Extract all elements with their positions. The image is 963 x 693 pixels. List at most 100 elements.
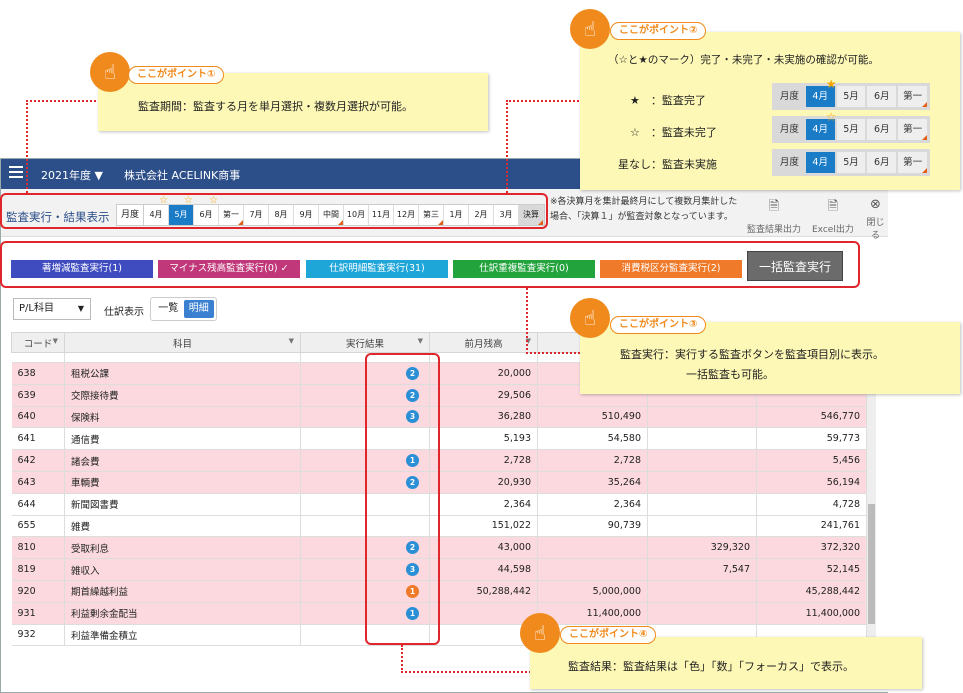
cell-name: 車輌費 — [64, 471, 301, 494]
cell-prev: 36,280 — [429, 406, 538, 429]
callout-point-3-text1: 監査実行：実行する監査ボタンを監査項目別に表示。 — [620, 348, 884, 361]
cell-code: 642 — [11, 449, 65, 472]
cell-c2: 5,000,000 — [537, 580, 648, 603]
callout-point-4-text: 監査結果：監査結果は「色」「数」「フォーカス」で表示。 — [568, 660, 854, 673]
callout-point-2-label: ここがポイント② — [610, 22, 707, 40]
cell-c2: 510,490 — [537, 406, 648, 429]
outline-star-icon: ☆ — [825, 110, 837, 124]
cell-name: 雑費 — [64, 515, 301, 538]
cell-name: 期首繰越利益 — [64, 580, 301, 603]
table-scrollbar[interactable] — [867, 349, 876, 679]
callout-point-1-label: ここがポイント① — [128, 66, 225, 84]
cell-code: 640 — [11, 406, 65, 429]
connector-p1 — [26, 100, 100, 193]
journal-view-label: 仕訳表示 — [104, 307, 144, 318]
column-header-3[interactable]: 前月残高 ▼ — [429, 332, 538, 353]
cell-c4: 241,761 — [756, 515, 867, 538]
legend-complete: ★ ：監査完了 — [630, 94, 706, 107]
cell-c3 — [647, 449, 757, 472]
cell-prev: 20,930 — [429, 471, 538, 494]
highlight-audit-box — [0, 241, 860, 288]
note-text: ※各決算月を集計最終月にして複数月集計した場合、「決算１」が監査対象となっていま… — [550, 197, 738, 222]
cell-code: 644 — [11, 493, 65, 516]
export-excel-button[interactable]: 🗎 Excel出力 — [812, 197, 854, 235]
audit-app-window: 2021年度 ▼ 株式会社 ACELINK商事 監査実行・結果表示 月度 4月 ☆… — [0, 158, 888, 693]
cell-c2 — [537, 536, 648, 560]
close-icon: ⊗ — [870, 197, 881, 212]
cell-c3 — [647, 427, 757, 451]
cell-prev: 5,193 — [429, 427, 538, 451]
cell-c2: 35,264 — [537, 471, 648, 494]
connector-p4 — [401, 645, 531, 673]
cell-prev: 50,288,442 — [429, 580, 538, 603]
filter-icon[interactable]: ▼ — [418, 337, 423, 345]
legend-incomplete: ☆ ：監査未完了 — [630, 126, 717, 139]
document-x-icon: 🗎 — [768, 199, 780, 214]
dropdown-arrow-icon: ▼ — [77, 304, 84, 313]
scrollbar-thumb[interactable] — [868, 504, 875, 624]
cell-c4: 52,145 — [756, 558, 867, 581]
cell-code: 641 — [11, 427, 65, 451]
cell-code — [11, 352, 65, 363]
export-audit-result-button[interactable]: 🗎 監査結果出力 — [747, 197, 801, 235]
view-detail-option[interactable]: 明細 — [183, 300, 214, 318]
cell-c2: 54,580 — [537, 427, 648, 451]
callout-point-4-label: ここがポイント④ — [560, 626, 657, 644]
view-list-option[interactable]: 一覧 — [153, 300, 184, 318]
cell-code: 932 — [11, 624, 65, 647]
cell-c2: 2,728 — [537, 449, 648, 472]
filter-icon[interactable]: ▼ — [289, 337, 294, 345]
callout-point-1-text: 監査期間：監査する月を単月選択・複数月選択が可能。 — [138, 100, 413, 113]
column-header-2[interactable]: 実行結果 ▼ — [300, 332, 430, 353]
column-header-1[interactable]: 科目 ▼ — [64, 332, 301, 353]
cell-prev: 2,728 — [429, 449, 538, 472]
cell-c4: 45,288,442 — [756, 580, 867, 603]
account-type-select[interactable]: P/L科目 ▼ — [13, 298, 91, 320]
pointing-hand-icon: ☝ — [520, 613, 560, 653]
pointing-hand-icon: ☝ — [570, 9, 610, 49]
cell-name: 雑収入 — [64, 558, 301, 581]
sample-month-bar-none: 月度 4月 5月 6月 第一 — [772, 149, 930, 176]
pointing-hand-icon: ☝ — [90, 52, 130, 92]
cell-code: 819 — [11, 558, 65, 581]
cell-c3 — [647, 406, 757, 429]
cell-c3 — [647, 602, 757, 625]
cell-name: 諸会費 — [64, 449, 301, 472]
cell-c2 — [537, 558, 648, 581]
cell-code: 639 — [11, 384, 65, 407]
cell-c4: 59,773 — [756, 427, 867, 451]
highlight-result-box — [365, 353, 440, 645]
cell-name: 新聞図書費 — [64, 493, 301, 516]
cell-prev — [429, 352, 538, 363]
view-toggle: 一覧 明細 — [150, 297, 217, 321]
cell-name — [64, 352, 301, 363]
cell-prev: 2,364 — [429, 493, 538, 516]
callout-point-4: 監査結果：監査結果は「色」「数」「フォーカス」で表示。 — [530, 637, 922, 689]
close-button[interactable]: ⊗ 閉じる — [863, 197, 888, 241]
cell-c3: 7,547 — [647, 558, 757, 581]
cell-code: 810 — [11, 536, 65, 560]
cell-name: 交際接待費 — [64, 384, 301, 407]
cell-name: 保険料 — [64, 406, 301, 429]
filter-icon[interactable]: ▼ — [53, 337, 58, 345]
cell-name: 利益準備金積立 — [64, 624, 301, 647]
callout-point-2-text: （☆と★のマーク）完了・未完了・未実施の確認が可能。 — [608, 54, 879, 66]
cell-prev: 20,000 — [429, 362, 538, 385]
cell-name: 利益剰余金配当 — [64, 602, 301, 625]
column-header-0[interactable]: コード ▼ — [11, 332, 65, 353]
cell-code: 643 — [11, 471, 65, 494]
cell-code: 931 — [11, 602, 65, 625]
cell-c4: 56,194 — [756, 471, 867, 494]
cell-c4: 4,728 — [756, 493, 867, 516]
cell-name: 通信費 — [64, 427, 301, 451]
cell-c3 — [647, 471, 757, 494]
excel-icon: 🗎 — [827, 199, 839, 214]
cell-code: 920 — [11, 580, 65, 603]
cell-code: 638 — [11, 362, 65, 385]
pointing-hand-icon: ☝ — [570, 298, 610, 338]
connector-p2 — [506, 100, 582, 193]
cell-c4: 11,400,000 — [756, 602, 867, 625]
sample-month-bar-complete: 月度 4月 ★ 5月 6月 第一 — [772, 78, 930, 110]
callout-point-3-label: ここがポイント③ — [610, 316, 707, 334]
hamburger-menu-icon[interactable] — [9, 166, 23, 181]
